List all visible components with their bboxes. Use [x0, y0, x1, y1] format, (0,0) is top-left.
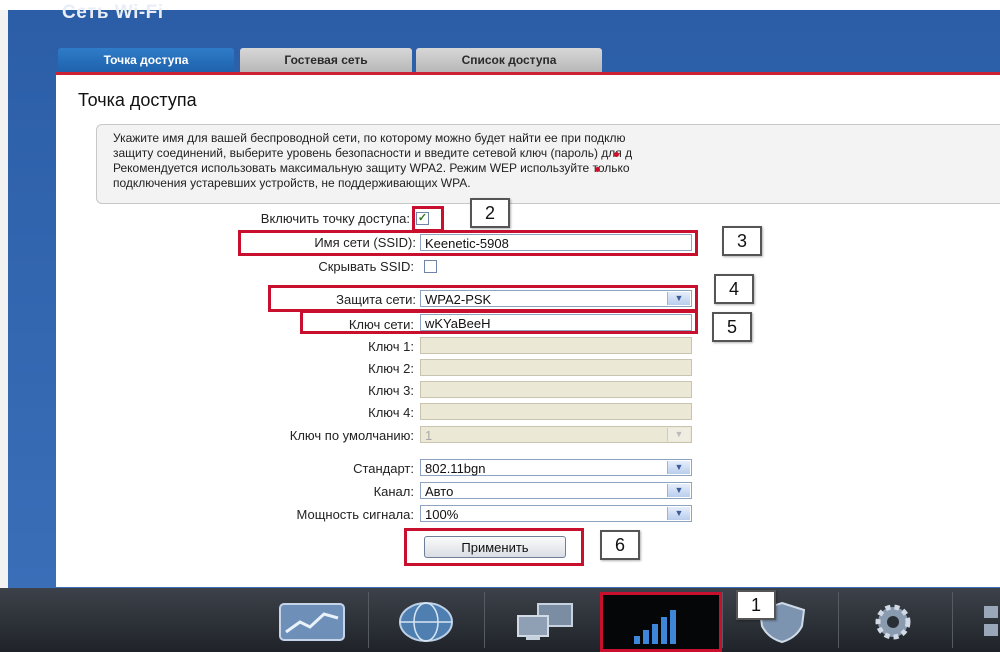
info-line: подключения устаревших устройств, не под…	[113, 176, 471, 190]
window-title: Сеть Wi-Fi	[62, 2, 164, 23]
left-edge	[0, 10, 8, 588]
key3-label: Ключ 3:	[368, 383, 414, 398]
power-select[interactable]: 100% ▼	[420, 505, 692, 522]
key2-label: Ключ 2:	[368, 361, 414, 376]
channel-value: Авто	[425, 484, 454, 499]
chevron-down-icon: ▼	[667, 484, 690, 497]
highlight-box	[238, 230, 698, 256]
info-line: Укажите имя для вашей беспроводной сети,…	[113, 131, 626, 145]
highlight-box	[300, 310, 698, 334]
taskbar	[0, 588, 1000, 652]
channel-label: Канал:	[373, 484, 414, 499]
page-title: Точка доступа	[78, 90, 197, 110]
highlight-box	[412, 206, 444, 232]
chevron-down-icon: ▼	[667, 507, 690, 520]
power-label: Мощность сигнала:	[296, 507, 415, 522]
tab-guest-network[interactable]: Гостевая сеть	[240, 48, 412, 72]
standard-label: Стандарт:	[353, 461, 414, 476]
taskbar-divider	[484, 592, 485, 648]
taskbar-divider	[722, 592, 723, 648]
taskbar-divider	[368, 592, 369, 648]
hide-ssid-checkbox[interactable]	[424, 260, 437, 273]
key4-label: Ключ 4:	[368, 405, 414, 420]
power-value: 100%	[425, 507, 459, 522]
taskbar-divider	[952, 592, 953, 648]
tab-access-list[interactable]: Список доступа	[416, 48, 602, 72]
marker-dot	[614, 152, 619, 157]
hide-ssid-label: Скрывать SSID:	[318, 259, 414, 274]
default-key-value: 1	[425, 428, 433, 443]
default-key-label: Ключ по умолчанию:	[289, 428, 414, 443]
chevron-down-icon: ▼	[667, 428, 690, 441]
gear-icon[interactable]	[866, 600, 920, 644]
wifi-signal-icon[interactable]	[632, 606, 684, 646]
key3-input[interactable]	[420, 381, 692, 398]
annotation-5: 5	[712, 312, 752, 342]
highlight-box	[404, 528, 584, 566]
annotation-2: 2	[470, 198, 510, 228]
key2-input[interactable]	[420, 359, 692, 376]
standard-select[interactable]: 802.11bgn ▼	[420, 459, 692, 476]
enable-ap-label: Включить точку доступа:	[260, 211, 410, 226]
annotation-6: 6	[600, 530, 640, 560]
key4-input[interactable]	[420, 403, 692, 420]
annotation-1: 1	[736, 590, 776, 620]
taskbar-divider	[838, 592, 839, 648]
network-computers-icon[interactable]	[512, 600, 578, 644]
key1-label: Ключ 1:	[368, 339, 414, 354]
info-line: защиту соединений, выберите уровень безо…	[113, 146, 633, 160]
default-key-select[interactable]: 1 ▼	[420, 426, 692, 443]
chevron-down-icon: ▼	[667, 461, 690, 474]
annotation-4: 4	[714, 274, 754, 304]
partial-icon[interactable]	[978, 600, 1000, 644]
annotation-3: 3	[722, 226, 762, 256]
globe-icon[interactable]	[396, 600, 456, 644]
highlight-box	[268, 285, 698, 312]
tab-access-point[interactable]: Точка доступа	[58, 48, 234, 72]
key1-input[interactable]	[420, 337, 692, 354]
monitor-chart-icon[interactable]	[276, 600, 348, 644]
standard-value: 802.11bgn	[425, 461, 486, 476]
marker-dot	[595, 167, 600, 172]
info-line: Рекомендуется использовать максимальную …	[113, 161, 630, 175]
info-box: Укажите имя для вашей беспроводной сети,…	[96, 124, 1000, 204]
channel-select[interactable]: Авто ▼	[420, 482, 692, 499]
